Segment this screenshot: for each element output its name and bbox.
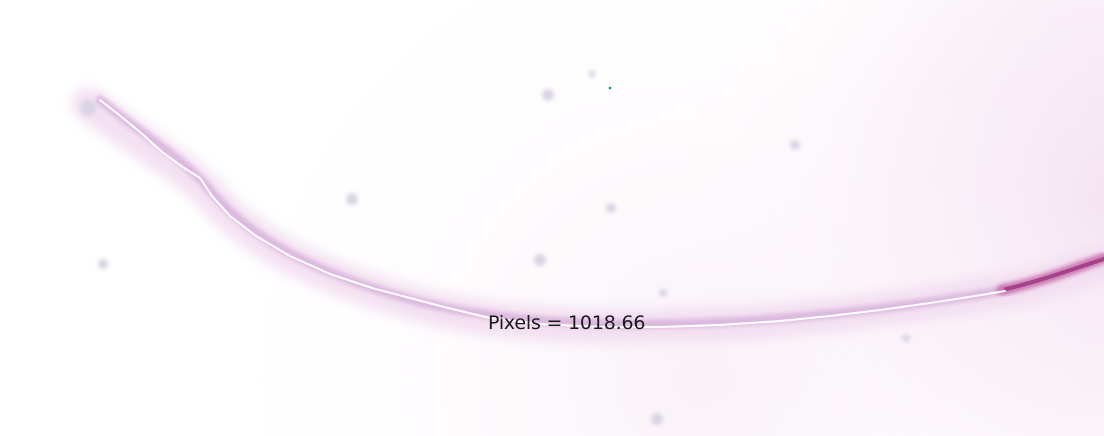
speck [790,140,800,150]
speck [651,413,663,425]
speck [534,254,546,266]
speck [588,70,596,78]
speck [98,259,108,269]
speck [542,89,554,101]
speck [902,334,910,342]
speck [606,203,616,213]
measurement-label: Pixels = 1018.66 [488,312,646,334]
speck [80,100,96,116]
background-tint-low [0,0,1104,436]
image-viewport: Pixels = 1018.66 [0,0,1104,436]
teal-speck [608,86,612,90]
speck [346,193,358,205]
speck [659,289,667,297]
micrograph-scene [0,0,1104,436]
